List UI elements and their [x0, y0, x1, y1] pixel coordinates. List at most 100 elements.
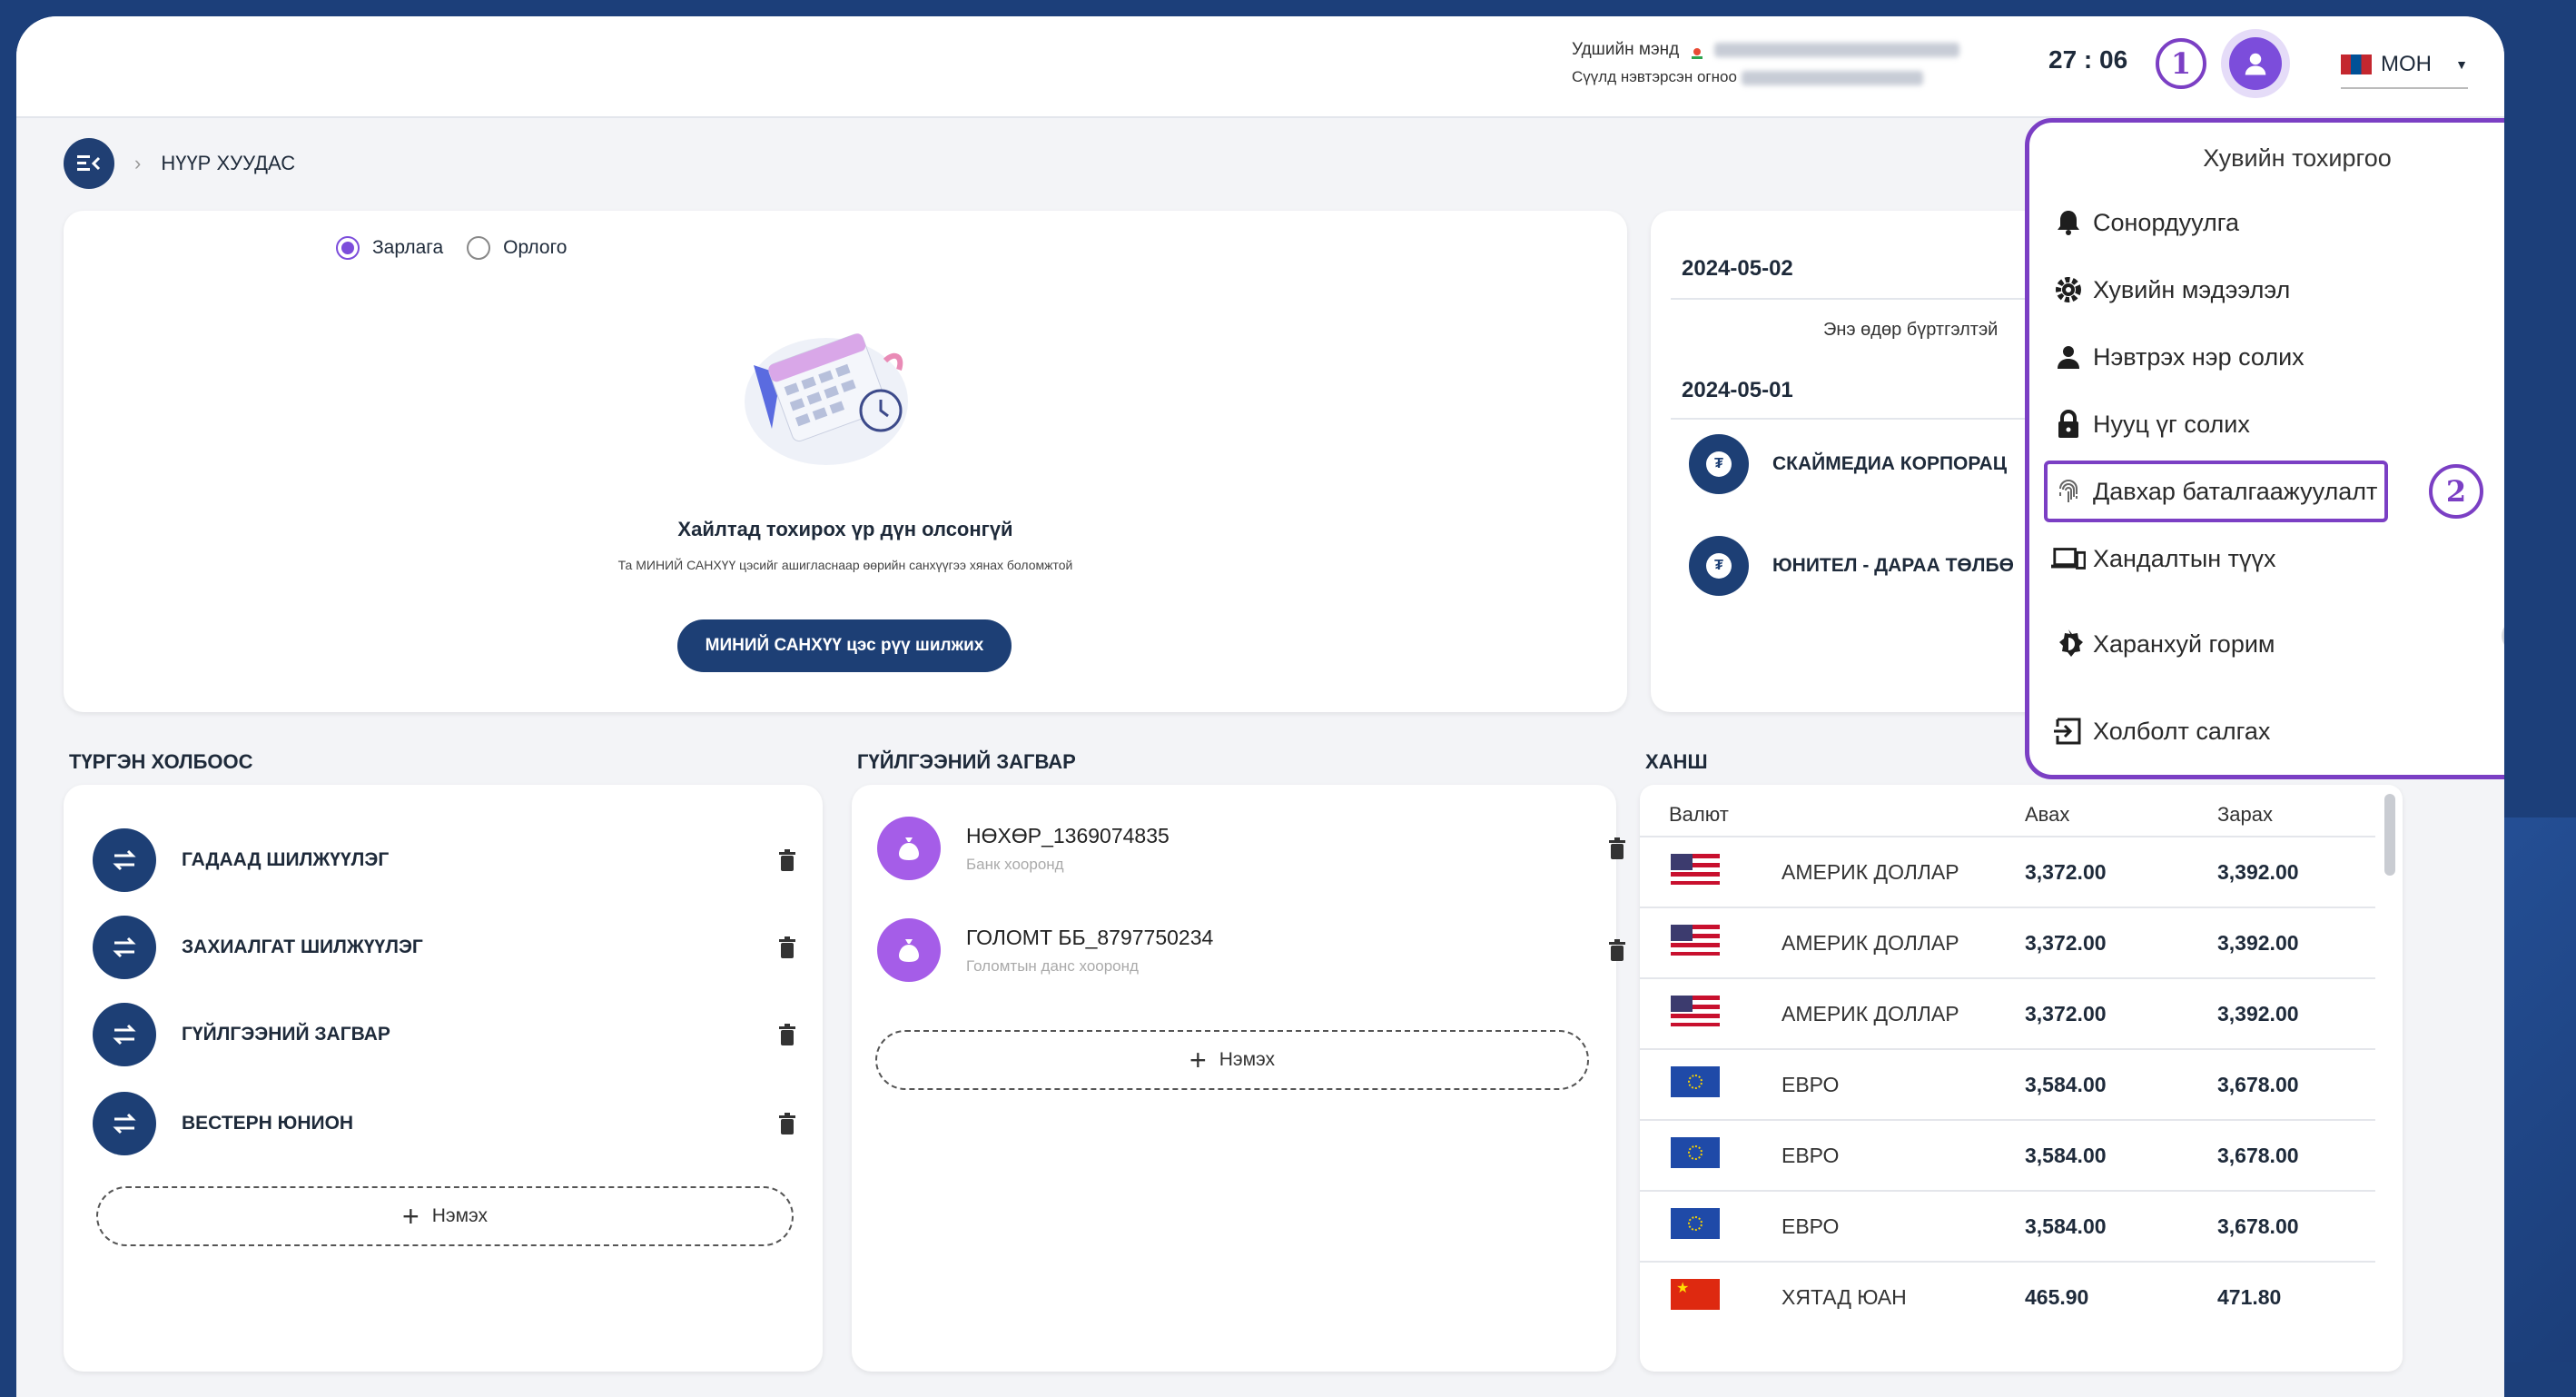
- menu-item-label: Хувийн мэдээлэл: [2093, 275, 2291, 303]
- greeting-icon: [1690, 43, 1704, 59]
- trash-icon[interactable]: [774, 1024, 801, 1045]
- menu-item-access-history[interactable]: Хандалтын түүх: [2051, 531, 2276, 586]
- menu-item-logout[interactable]: Холболт салгах: [2051, 704, 2270, 758]
- buy-rate: 3,584.00: [2025, 1073, 2107, 1096]
- menu-item-personal-info[interactable]: Хувийн мэдээлэл: [2051, 263, 2290, 317]
- user-icon: [2051, 340, 2086, 374]
- trash-icon[interactable]: [1604, 939, 1631, 961]
- radio-income[interactable]: Орлого: [467, 236, 567, 260]
- quick-link-item[interactable]: ЗАХИАЛГАТ ШИЛЖҮҮЛЭГ: [93, 916, 801, 979]
- tx-item[interactable]: ₮ СКАЙМЕДИА КОРПОРАЦ: [1689, 434, 2007, 494]
- us-flag-icon: [1671, 854, 1720, 885]
- tx-item-label: ЮНИТЕЛ - ДАРАА ТӨЛБӨ: [1772, 555, 2014, 576]
- transfer-icon: [93, 916, 156, 979]
- menu-item-dark-mode[interactable]: Харанхуй горим: [2051, 617, 2275, 671]
- top-header: Удшийн мэнд Сүүлд нэвтэрсэн огноо 27 : 0…: [16, 16, 2504, 118]
- radio-expense-label: Зарлага: [372, 237, 444, 258]
- template-item[interactable]: НӨХӨР_1369074835 Банк хооронд: [877, 812, 1631, 885]
- menu-item-label: Хандалтын түүх: [2093, 544, 2276, 572]
- contrast-icon: [2051, 627, 2086, 661]
- quick-links-card: ГАДААД ШИЛЖҮҮЛЭГ ЗАХИАЛГАТ ШИЛЖҮҮЛЭГ ГҮЙ…: [64, 785, 823, 1372]
- menu-item-change-username[interactable]: Нэвтрэх нэр солих: [2051, 330, 2305, 384]
- currency-name: АМЕРИК ДОЛЛАР: [1781, 860, 1959, 884]
- us-flag-icon: [1671, 996, 1720, 1026]
- fingerprint-icon: [2051, 474, 2086, 509]
- language-select[interactable]: МОН ▼: [2341, 42, 2468, 89]
- rate-row: АМЕРИК ДОЛЛАР 3,372.00 3,392.00: [1640, 836, 2375, 908]
- step-marker-2: 2: [2429, 464, 2483, 519]
- rates-title: ХАНШ: [1645, 750, 1708, 773]
- radio-expense-dot: [336, 236, 360, 260]
- currency-name: АМЕРИК ДОЛЛАР: [1781, 931, 1959, 955]
- trash-icon[interactable]: [774, 1113, 801, 1134]
- last-login-label: Сүүлд нэвтэрсэн огноо: [1572, 68, 1737, 85]
- trash-icon[interactable]: [774, 849, 801, 871]
- buy-rate: 465.90: [2025, 1285, 2089, 1309]
- add-quick-link-button[interactable]: + Нэмэх: [96, 1186, 794, 1246]
- menu-item-label: Нэвтрэх нэр солих: [2093, 342, 2305, 371]
- menu-collapse-icon: [77, 155, 101, 171]
- sell-rate: 3,392.00: [2217, 860, 2299, 884]
- menu-item-change-password[interactable]: Нууц үг солих: [2051, 397, 2250, 451]
- rates-card: Валют Авах Зарах АМЕРИК ДОЛЛАР 3,372.00 3,…: [1640, 785, 2403, 1372]
- rate-row: АМЕРИК ДОЛЛАР 3,372.00 3,392.00: [1640, 977, 2375, 1050]
- template-subtitle: Банк хооронд: [966, 855, 1064, 873]
- app-window: Удшийн мэнд Сүүлд нэвтэрсэн огноо 27 : 0…: [16, 16, 2504, 1397]
- devices-icon: [2051, 541, 2086, 576]
- tx-item[interactable]: ₮ ЮНИТЕЛ - ДАРАА ТӨЛБӨ: [1689, 536, 2014, 596]
- menu-collapse-button[interactable]: [64, 138, 114, 189]
- us-flag-icon: [1671, 925, 1720, 956]
- quick-link-item[interactable]: ГАДААД ШИЛЖҮҮЛЭГ: [93, 828, 801, 892]
- col-currency: Валют: [1669, 803, 1729, 826]
- menu-item-label: Сонордуулга: [2093, 208, 2240, 236]
- quick-link-item[interactable]: ВЕСТЕРН ЮНИОН: [93, 1092, 801, 1155]
- money-bag-icon: [877, 918, 941, 982]
- currency-name: ХЯТАД ЮАН: [1781, 1285, 1907, 1309]
- tx-date-2: 2024-05-01: [1682, 378, 1793, 402]
- quick-link-label: ГАДААД ШИЛЖҮҮЛЭГ: [182, 849, 390, 870]
- quick-link-item[interactable]: ГҮЙЛГЭЭНИЙ ЗАГВАР: [93, 1003, 801, 1066]
- tx-empty-note: Энэ өдөр бүртгэлтэй: [1823, 320, 1999, 340]
- menu-item-two-factor[interactable]: Давхар баталгаажуулалт: [2044, 461, 2389, 522]
- template-item[interactable]: ГОЛОМТ ББ_8797750234 Голомтын данс хооро…: [877, 914, 1631, 986]
- quick-links-title: ТҮРГЭН ХОЛБООС: [69, 750, 253, 773]
- rate-row: ЕВРО 3,584.00 3,678.00: [1640, 1190, 2375, 1263]
- settings-dropdown: Хувийн тохиргоо Сонордуулга Хувийн мэдээ…: [2025, 118, 2504, 779]
- type-radio-group: Зарлага Орлого: [336, 236, 567, 260]
- templates-title: ГҮЙЛГЭЭНИЙ ЗАГВАР: [857, 750, 1076, 773]
- money-bag-icon: [877, 817, 941, 880]
- last-login-redacted: [1741, 70, 1923, 85]
- lock-icon: [2051, 407, 2086, 441]
- buy-rate: 3,584.00: [2025, 1214, 2107, 1238]
- menu-item-label: Давхар баталгаажуулалт: [2093, 477, 2378, 505]
- eu-flag-icon: [1671, 1208, 1720, 1239]
- gear-icon: [2051, 272, 2086, 307]
- profile-avatar-button[interactable]: [2221, 29, 2290, 98]
- trash-icon[interactable]: [774, 936, 801, 958]
- bell-icon: [2051, 205, 2086, 240]
- add-label: Нэмэх: [431, 1205, 488, 1226]
- add-template-button[interactable]: + Нэмэх: [875, 1030, 1589, 1090]
- col-buy: Авах: [2025, 803, 2070, 826]
- sell-rate: 3,678.00: [2217, 1073, 2299, 1096]
- go-to-my-finance-button[interactable]: МИНИЙ САНХҮҮ цэс рүү шилжих: [677, 619, 1012, 672]
- transfer-icon: [93, 1092, 156, 1155]
- radio-income-dot: [467, 236, 491, 260]
- template-name: НӨХӨР_1369074835: [966, 823, 1170, 847]
- quick-link-label: ЗАХИАЛГАТ ШИЛЖҮҮЛЭГ: [182, 936, 423, 957]
- add-label: Нэмэх: [1219, 1049, 1275, 1070]
- chevron-down-icon: ▼: [2455, 57, 2468, 72]
- dark-mode-toggle[interactable]: [2502, 620, 2504, 651]
- menu-item-notifications[interactable]: Сонордуулга: [2051, 195, 2239, 250]
- sell-rate: 3,392.00: [2217, 1002, 2299, 1025]
- menu-item-label: Холболт салгах: [2093, 717, 2271, 745]
- trash-icon[interactable]: [1604, 837, 1631, 859]
- calendar-illustration: [745, 333, 908, 465]
- expense-card: Зарлага Орлого Хайлтад тохирох үр дүн ол…: [64, 211, 1627, 712]
- quick-link-label: ВЕСТЕРН ЮНИОН: [182, 1113, 354, 1134]
- eu-flag-icon: [1671, 1137, 1720, 1168]
- rates-scrollbar[interactable]: [2384, 794, 2395, 876]
- radio-expense[interactable]: Зарлага: [336, 236, 443, 260]
- plus-icon: +: [402, 1200, 419, 1233]
- chevron-right-icon: ›: [134, 152, 142, 174]
